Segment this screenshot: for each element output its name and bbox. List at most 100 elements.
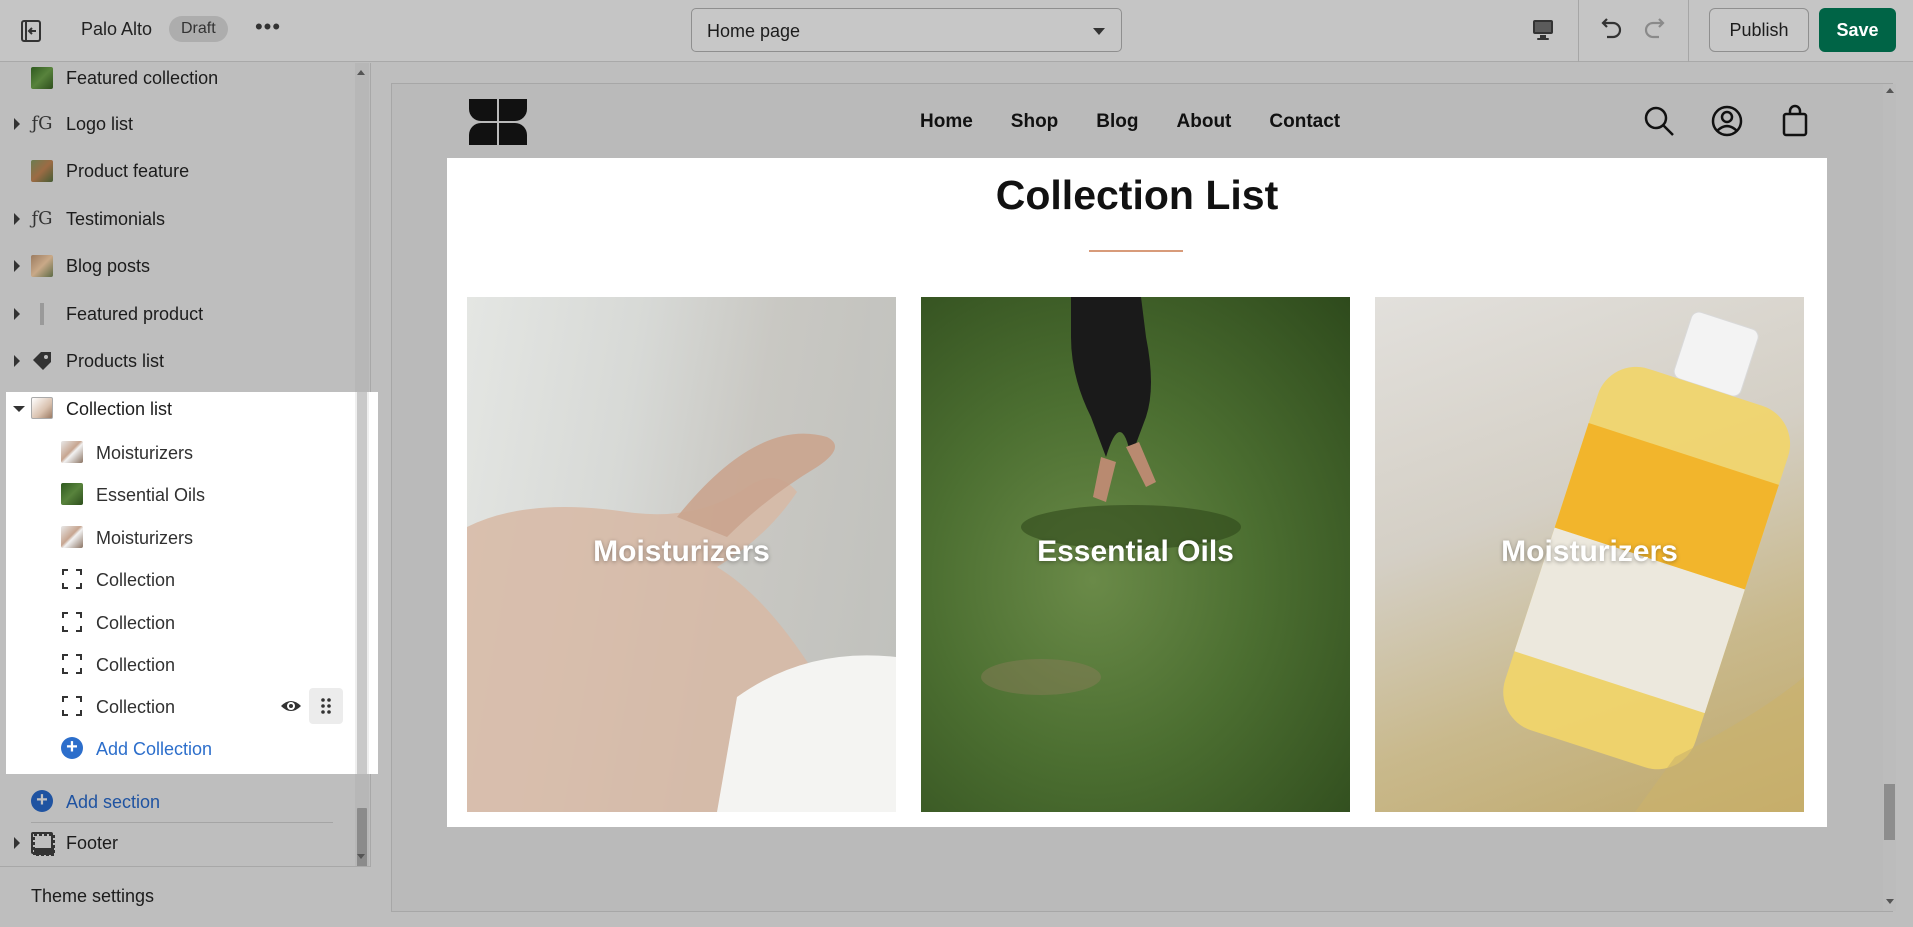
section-thumbnail — [31, 160, 53, 182]
add-collection-label: Add Collection — [96, 739, 213, 759]
nav-link-home[interactable]: Home — [920, 111, 973, 133]
collection-list-preview: Collection List Moisturizers Essential O… — [447, 158, 1827, 827]
block-label: Collection — [96, 570, 176, 590]
expand-arrow-icon[interactable] — [14, 355, 20, 367]
tag-icon — [31, 350, 53, 372]
store-logo[interactable] — [467, 97, 529, 147]
expand-arrow-icon[interactable] — [14, 260, 20, 272]
add-section-label: Add section — [66, 792, 161, 812]
collection-card-title: Moisturizers — [1501, 535, 1678, 568]
store-name: Palo Alto — [81, 19, 153, 39]
sidebar-item-featured-product[interactable]: Featured product — [0, 291, 350, 337]
sidebar-scroll-thumb[interactable] — [357, 392, 367, 774]
sidebar-item-featured-collection[interactable]: Featured collection — [0, 55, 350, 101]
expand-arrow-icon[interactable] — [14, 118, 20, 130]
block-label: Collection — [96, 655, 176, 675]
sidebar-item-label: Product feature — [66, 161, 190, 181]
desktop-preview-icon[interactable] — [1528, 16, 1558, 44]
store-header: Home Shop Blog About Contact — [447, 84, 1827, 158]
editor-top-bar: Palo Alto Draft ••• Home page Publish Sa… — [0, 0, 1913, 62]
sidebar-item-testimonials[interactable]: ƒG Testimonials — [0, 196, 350, 242]
eye-icon[interactable] — [280, 696, 302, 716]
add-collection-button[interactable]: + Add Collection — [6, 727, 346, 769]
nav-link-blog[interactable]: Blog — [1096, 111, 1138, 133]
sidebar-item-label: Collection list — [66, 399, 173, 419]
block-label: Essential Oils — [96, 485, 206, 505]
page-selector[interactable]: Home page — [691, 8, 1122, 52]
section-thumbnail — [31, 67, 53, 89]
sidebar-item-label: Featured product — [66, 304, 204, 324]
collection-card[interactable]: Essential Oils — [921, 297, 1350, 812]
theme-settings-button[interactable]: Theme settings — [0, 866, 371, 927]
section-thumbnail — [31, 255, 53, 277]
exit-icon[interactable] — [18, 18, 44, 44]
save-button[interactable]: Save — [1819, 8, 1896, 52]
page-selector-value: Home page — [707, 21, 801, 41]
expand-arrow-icon[interactable] — [14, 837, 20, 849]
add-section-button[interactable]: + Add section — [0, 779, 340, 823]
expand-arrow-icon[interactable] — [14, 308, 20, 320]
testimonials-icon: ƒG — [31, 208, 53, 229]
block-thumbnail — [61, 483, 83, 505]
collection-card-title: Essential Oils — [1037, 535, 1234, 568]
placeholder-frame-icon — [62, 696, 82, 716]
toolbar-divider — [1578, 0, 1579, 62]
section-thumbnail — [31, 397, 53, 419]
publish-button[interactable]: Publish — [1709, 8, 1809, 52]
sidebar-item-collection-list[interactable]: Collection list — [6, 392, 346, 428]
sidebar-item-products-list[interactable]: Products list — [0, 338, 350, 384]
search-icon[interactable] — [1642, 104, 1676, 138]
placeholder-frame-icon — [62, 612, 82, 632]
more-actions-button[interactable]: ••• — [253, 16, 283, 42]
main-navigation: Home Shop Blog About Contact — [920, 111, 1340, 133]
scroll-up-icon[interactable] — [357, 70, 365, 75]
collection-card[interactable]: Moisturizers — [1375, 297, 1804, 812]
collection-list-section: Collection list Moisturizers Essential O… — [6, 392, 378, 774]
header-icons — [1642, 104, 1827, 138]
sidebar-item-blog-posts[interactable]: Blog posts — [0, 243, 350, 289]
collection-card[interactable]: Moisturizers — [467, 297, 896, 812]
scroll-down-icon[interactable] — [1886, 899, 1894, 904]
nav-link-contact[interactable]: Contact — [1269, 111, 1340, 133]
sidebar-item-label: Footer — [66, 833, 119, 853]
placeholder-frame-icon — [62, 569, 82, 589]
block-item[interactable]: Moisturizers — [6, 516, 346, 558]
placeholder-frame-icon — [62, 654, 82, 674]
sidebar-item-logo-list[interactable]: ƒG Logo list — [0, 101, 350, 147]
block-label: Moisturizers — [96, 443, 194, 463]
status-badge: Draft — [169, 16, 228, 42]
scroll-up-icon[interactable] — [1886, 88, 1894, 93]
block-item[interactable]: Essential Oils — [6, 473, 346, 515]
sidebar-item-label: Products list — [66, 351, 165, 371]
nav-link-about[interactable]: About — [1177, 111, 1232, 133]
preview-scroll-thumb[interactable] — [1884, 784, 1895, 840]
drag-handle-icon[interactable] — [309, 688, 343, 724]
cart-icon[interactable] — [1778, 104, 1812, 138]
redo-icon[interactable] — [1641, 14, 1671, 44]
block-item[interactable]: Collection — [6, 558, 346, 600]
title-underline — [1089, 250, 1183, 252]
block-item[interactable]: Collection — [6, 643, 346, 685]
undo-icon[interactable] — [1595, 14, 1625, 44]
block-item[interactable]: Collection — [6, 601, 346, 643]
toolbar-divider — [1688, 0, 1689, 62]
plus-circle-icon: + — [31, 790, 53, 812]
expand-arrow-icon[interactable] — [14, 213, 20, 225]
sidebar-item-product-feature[interactable]: Product feature — [0, 148, 350, 194]
nav-link-shop[interactable]: Shop — [1011, 111, 1059, 133]
collapse-arrow-icon[interactable] — [13, 406, 25, 412]
block-thumbnail — [61, 526, 83, 548]
plus-circle-icon: + — [61, 737, 83, 759]
block-label: Collection — [96, 697, 176, 717]
block-item[interactable]: Moisturizers — [6, 431, 346, 473]
sidebar-item-footer[interactable]: Footer — [0, 820, 350, 866]
account-icon[interactable] — [1710, 104, 1744, 138]
sidebar-item-label: Featured collection — [66, 68, 219, 88]
section-thumbnail — [31, 303, 53, 325]
scroll-down-icon[interactable] — [357, 854, 365, 859]
sidebar-scroll-thumb[interactable] — [357, 808, 367, 869]
block-thumbnail — [61, 441, 83, 463]
theme-settings-label: Theme settings — [31, 886, 155, 906]
block-item[interactable]: Collection — [6, 685, 346, 727]
chevron-down-icon — [1093, 28, 1105, 35]
